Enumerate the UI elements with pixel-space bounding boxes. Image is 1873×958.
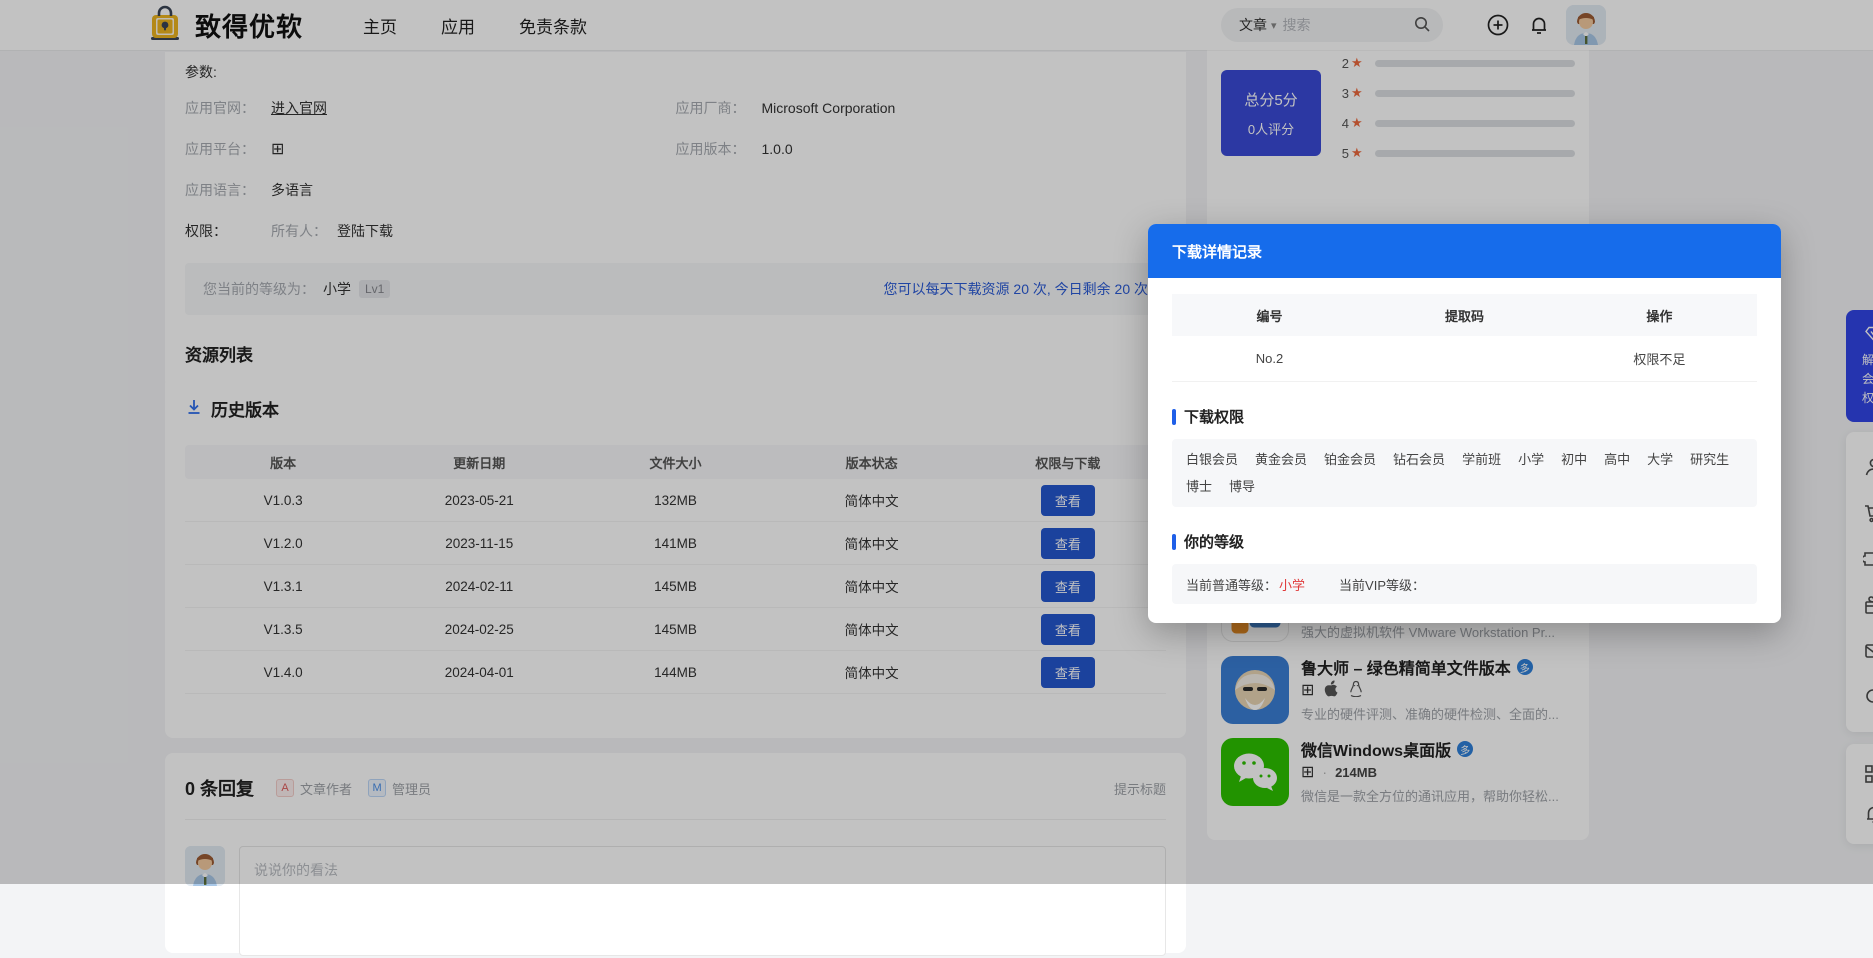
your-level-section: 你的等级 [1172, 531, 1757, 552]
record-action: 权限不足 [1562, 349, 1757, 368]
permission-levels: 白银会员 黄金会员 铂金会员 钻石会员 学前班 小学 初中 高中 大学 研究生 … [1172, 439, 1757, 507]
download-permission-section: 下载权限 [1172, 406, 1757, 427]
section-accent-bar [1172, 534, 1176, 550]
modal-table-row: No.2 权限不足 [1172, 336, 1757, 382]
current-vip-level-label: 当前VIP等级： [1339, 575, 1425, 594]
record-number: No.2 [1172, 351, 1367, 366]
section-accent-bar [1172, 409, 1176, 425]
modal-title: 下载详情记录 [1172, 241, 1262, 262]
download-detail-modal: 下载详情记录 编号 提取码 操作 No.2 权限不足 下载权限 白银会员 黄金会… [1148, 224, 1781, 623]
modal-header: 下载详情记录 [1148, 224, 1781, 278]
your-level-box: 当前普通等级：小学 当前VIP等级： [1172, 564, 1757, 604]
current-normal-level: 小学 [1279, 578, 1305, 593]
modal-table-header: 编号 提取码 操作 [1172, 294, 1757, 336]
